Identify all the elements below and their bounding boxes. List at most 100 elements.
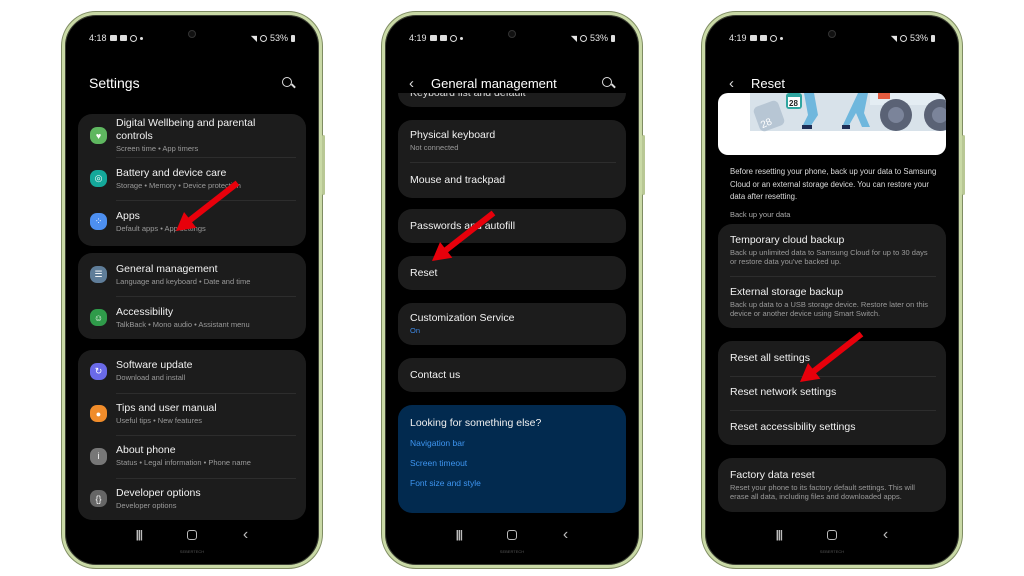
item-title: General management [116, 262, 218, 275]
settings-item-about-phone[interactable]: i About phone Status • Legal information … [78, 435, 306, 478]
settings-item-temporary-cloud-backup[interactable]: Temporary cloud backup Back up unlimited … [718, 224, 946, 276]
recent-apps-button[interactable]: ||| [776, 529, 783, 541]
settings-item-software-update[interactable]: ↻ Software update Download and install [78, 350, 306, 393]
link-screen-timeout[interactable]: Screen timeout [410, 458, 614, 468]
item-subtitle: Language and keyboard • Date and time [116, 276, 251, 286]
more-notifications-icon [139, 36, 143, 40]
page-title: General management [431, 75, 557, 91]
screen: 4:19 ◥ 53% ‹ General management Keyboard… [393, 23, 631, 557]
link-navigation-bar[interactable]: Navigation bar [410, 438, 614, 448]
settings-item-keyboard-list-partial[interactable]: Keyboard list and default [398, 93, 626, 107]
front-camera [828, 30, 836, 38]
more-notifications-icon [459, 36, 463, 40]
backup-group: Temporary cloud backup Back up unlimited … [718, 224, 946, 328]
settings-item-digital-wellbeing[interactable]: ♥ Digital Wellbeing and parental control… [78, 114, 306, 157]
screen: 4:19 ◥ 53% ‹ Reset 28 28 Before resettin… [713, 23, 951, 557]
back-button[interactable]: ‹ [883, 526, 888, 544]
wifi-icon: ◥ [890, 33, 897, 43]
item-title: Physical keyboard [410, 129, 496, 141]
more-notifications-icon [779, 36, 783, 40]
settings-item-accessibility[interactable]: ☺ Accessibility TalkBack • Mono audio • A… [78, 296, 306, 339]
wifi-icon: ◥ [250, 33, 257, 43]
battery-percent: 53% [589, 33, 608, 43]
item-title: Contact us [410, 368, 461, 381]
app-bar: ‹ Reset [729, 71, 935, 95]
home-button[interactable] [187, 530, 198, 540]
battery-icon [931, 34, 935, 42]
item-subtitle: Reset your phone to its factory default … [730, 482, 915, 502]
settings-item-reset-network-settings[interactable]: Reset network settings [718, 375, 946, 411]
item-subtitle: TalkBack • Mono audio • Assistant menu [116, 319, 250, 329]
sync-notification-icon [449, 34, 457, 42]
battery-percent: 53% [269, 33, 288, 43]
gallery-notification-icon [429, 35, 437, 41]
settings-item-external-storage-backup[interactable]: External storage backup Back up data to a… [718, 276, 946, 328]
front-camera [188, 30, 196, 38]
settings-item-mouse-trackpad[interactable]: Mouse and trackpad [398, 162, 626, 198]
watermark: SEBERTECH [499, 549, 525, 554]
settings-item-physical-keyboard[interactable]: Physical keyboard Not connected [398, 120, 626, 162]
gallery-notification-icon [109, 35, 117, 41]
battery-icon [291, 34, 295, 42]
link-font-size-style[interactable]: Font size and style [410, 478, 614, 488]
settings-item-general-management[interactable]: ☰ General management Language and keyboar… [78, 253, 306, 296]
home-button[interactable] [507, 530, 518, 540]
developer-options-icon: {} [90, 490, 107, 508]
item-title: Customization Service [410, 312, 515, 324]
item-title: Digital Wellbeing and parental controls [116, 117, 256, 142]
back-icon[interactable]: ‹ [729, 75, 751, 92]
battery-percent: 53% [909, 33, 928, 43]
item-title: Factory data reset [730, 468, 815, 481]
home-button[interactable] [827, 530, 838, 540]
item-title: Mouse and trackpad [410, 173, 506, 186]
settings-item-factory-data-reset[interactable]: Factory data reset Reset your phone to it… [718, 458, 946, 512]
item-title: Reset accessibility settings [730, 420, 856, 433]
settings-item-tips[interactable]: ● Tips and user manual Useful tips • New … [78, 392, 306, 436]
item-title: Keyboard list and default [410, 93, 526, 99]
search-icon[interactable] [281, 76, 295, 90]
settings-item-passwords-autofill[interactable]: Passwords and autofill [398, 209, 626, 243]
navigation-bar: ||| ‹ [393, 526, 631, 544]
item-title: Tips and user manual [116, 401, 217, 414]
general-management-icon: ☰ [90, 266, 107, 283]
wifi-icon: ◥ [570, 33, 577, 43]
back-icon[interactable]: ‹ [409, 75, 431, 92]
side-button [962, 135, 965, 195]
clock: 4:19 [409, 33, 427, 43]
sync-notification-icon [769, 34, 777, 42]
watermark: SEBERTECH [819, 549, 845, 554]
watermark: SEBERTECH [179, 549, 205, 554]
app-bar: ‹ General management [409, 71, 615, 95]
video-notification-icon [759, 35, 767, 41]
item-status: On [410, 326, 421, 335]
back-button[interactable]: ‹ [563, 526, 568, 544]
settings-item-battery[interactable]: ◎ Battery and device care Storage • Memor… [78, 157, 306, 200]
phone-general-management: 4:19 ◥ 53% ‹ General management Keyboard… [382, 12, 645, 568]
search-icon[interactable] [601, 76, 615, 90]
gallery-notification-icon [749, 35, 757, 41]
recent-apps-button[interactable]: ||| [136, 529, 143, 541]
section-label-backup: Back up your data [730, 210, 791, 219]
item-subtitle: Back up data to a USB storage device. Re… [730, 299, 929, 319]
page-title: Reset [751, 75, 785, 91]
recent-apps-button[interactable]: ||| [456, 529, 463, 541]
item-title: Developer options [116, 486, 201, 499]
device-care-icon: ◎ [90, 170, 107, 187]
do-not-disturb-icon [259, 34, 267, 42]
settings-item-reset-accessibility-settings[interactable]: Reset accessibility settings [718, 410, 946, 445]
item-subtitle: Useful tips • New features [116, 415, 202, 425]
item-title: Software update [116, 359, 193, 372]
do-not-disturb-icon [579, 34, 587, 42]
settings-item-customization-service[interactable]: Customization Service On [398, 303, 626, 345]
item-subtitle: Not connected [410, 143, 459, 152]
clock: 4:19 [729, 33, 747, 43]
video-notification-icon [439, 35, 447, 41]
back-button[interactable]: ‹ [243, 526, 248, 544]
battery-icon [611, 34, 615, 42]
settings-group: Physical keyboard Not connected Mouse and… [398, 120, 626, 198]
settings-item-contact-us[interactable]: Contact us [398, 358, 626, 392]
app-bar: Settings [89, 71, 295, 95]
item-subtitle: Back up unlimited data to Samsung Cloud … [730, 247, 928, 267]
settings-item-developer-options[interactable]: {} Developer options Developer options [78, 477, 306, 521]
item-title: Battery and device care [116, 166, 227, 179]
